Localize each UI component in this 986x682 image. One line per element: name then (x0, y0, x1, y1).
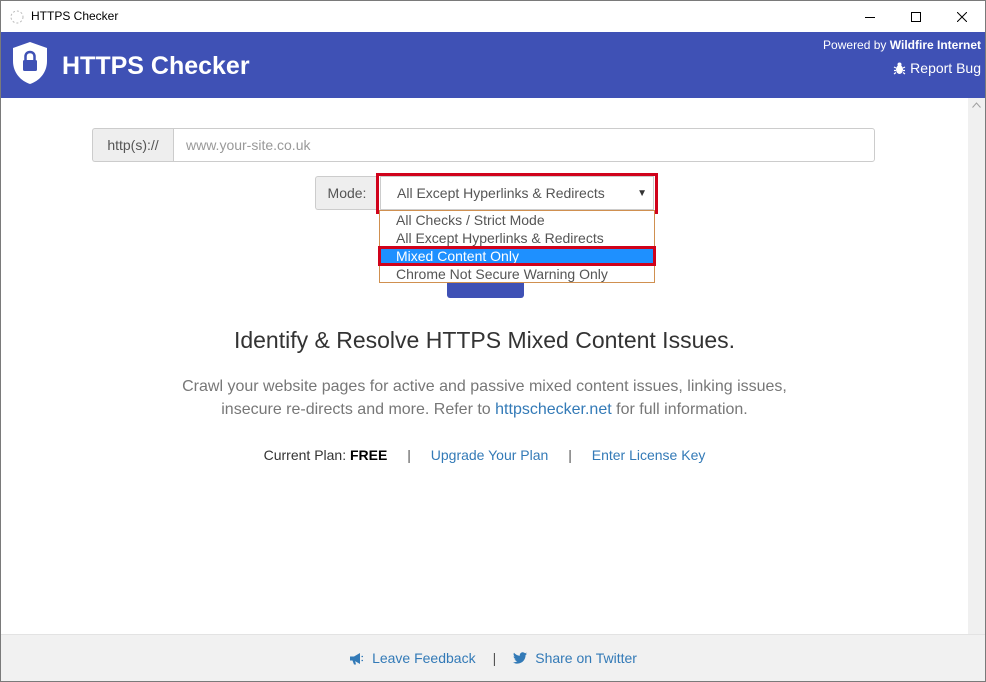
url-form: http(s):// (92, 128, 875, 162)
maximize-icon (911, 11, 921, 22)
bug-icon (893, 62, 906, 74)
httpschecker-link[interactable]: httpschecker.net (495, 401, 612, 418)
mode-option-chrome-warning[interactable]: Chrome Not Secure Warning Only (380, 265, 654, 283)
plan-label: Current Plan: (263, 447, 347, 463)
powered-company-link[interactable]: Wildfire Internet (890, 38, 981, 52)
app-header: HTTPS Checker Powered by Wildfire Intern… (1, 32, 985, 98)
description-text-end: for full information. (616, 401, 748, 418)
url-input[interactable] (173, 128, 875, 162)
megaphone-icon (350, 652, 364, 664)
app-footer: Leave Feedback | Share on Twitter (1, 634, 985, 681)
report-bug-label: Report Bug (910, 60, 981, 76)
description-line-2: insecure re-directs and more. Refer to h… (1, 398, 968, 421)
plan-separator: | (407, 447, 411, 463)
mode-label: Mode: (315, 176, 378, 210)
app-brand: HTTPS Checker (62, 52, 250, 80)
app-window: HTTPS Checker HTTPS Checker Powered by W… (0, 0, 986, 682)
share-twitter-link[interactable]: Share on Twitter (513, 650, 637, 666)
scroll-up-icon[interactable] (972, 102, 981, 108)
twitter-icon (513, 652, 528, 664)
mode-option-strict[interactable]: All Checks / Strict Mode (380, 211, 654, 229)
footer-separator: | (492, 650, 497, 666)
report-bug-link[interactable]: Report Bug (893, 60, 981, 76)
annotation-box-select (376, 173, 658, 214)
description-text: insecure re-directs and more. Refer to (221, 401, 491, 418)
plan-separator: | (568, 447, 572, 463)
app-icon (10, 10, 24, 24)
minimize-icon (865, 16, 875, 18)
upgrade-plan-link[interactable]: Upgrade Your Plan (431, 447, 549, 463)
window-title: HTTPS Checker (31, 9, 119, 23)
powered-by: Powered by Wildfire Internet (823, 38, 981, 52)
title-bar: HTTPS Checker (1, 1, 985, 32)
close-button[interactable] (939, 1, 985, 32)
page-description: Crawl your website pages for active and … (1, 375, 968, 421)
leave-feedback-link[interactable]: Leave Feedback (349, 650, 476, 666)
plan-value: FREE (350, 447, 388, 463)
minimize-button[interactable] (847, 1, 893, 32)
mode-option-except-hyperlinks[interactable]: All Except Hyperlinks & Redirects (380, 229, 654, 247)
enter-license-link[interactable]: Enter License Key (592, 447, 706, 463)
powered-prefix: Powered by (823, 38, 887, 52)
annotation-box-option (378, 246, 656, 266)
close-icon (957, 11, 967, 22)
leave-feedback-label: Leave Feedback (372, 650, 476, 666)
vertical-scrollbar[interactable] (968, 98, 985, 634)
shield-lock-icon (13, 42, 47, 84)
page-headline: Identify & Resolve HTTPS Mixed Content I… (233, 327, 736, 353)
share-twitter-label: Share on Twitter (535, 650, 637, 666)
plan-row: Current Plan: FREE | Upgrade Your Plan |… (1, 447, 968, 463)
url-prefix: http(s):// (92, 128, 173, 162)
maximize-button[interactable] (893, 1, 939, 32)
description-line-1: Crawl your website pages for active and … (182, 378, 787, 395)
submit-button[interactable] (447, 283, 524, 298)
